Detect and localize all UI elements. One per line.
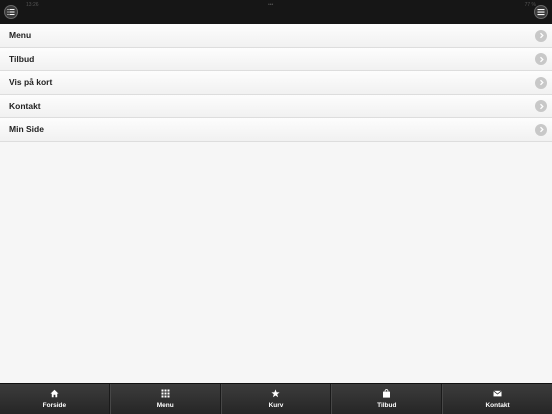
mail-icon	[493, 390, 502, 397]
status-center: •••	[268, 2, 274, 8]
tab-menu[interactable]: Menu	[109, 384, 221, 414]
chevron-right-icon	[535, 29, 547, 42]
tab-label: Kontakt	[485, 402, 510, 409]
tab-label: Menu	[156, 402, 174, 409]
menu-button[interactable]	[534, 5, 548, 19]
status-time: 13:26	[26, 2, 39, 8]
tab-label: Forside	[42, 402, 67, 409]
list-item-label: Vis på kort	[9, 77, 53, 88]
list-item-menu[interactable]: Menu	[0, 24, 552, 48]
list-icon	[7, 9, 15, 15]
list-item-label: Min Side	[9, 124, 44, 135]
menu-icon	[537, 9, 545, 16]
list-item-kontakt[interactable]: Kontakt	[0, 94, 552, 118]
list-item-min-side[interactable]: Min Side	[0, 118, 552, 142]
chevron-right-icon	[535, 53, 547, 65]
chevron-right-icon	[535, 100, 547, 112]
nav-list: Menu Tilbud Vis på kort Kontakt Min Side	[0, 24, 552, 142]
tab-forside[interactable]: Forside	[0, 384, 110, 414]
bottom-tab-bar: Forside Menu Kurv Tilbud Kontakt	[0, 383, 552, 414]
list-item-vis-paa-kort[interactable]: Vis på kort	[0, 71, 552, 95]
top-bar: 13:26 ••• 77 %	[0, 0, 552, 24]
tab-kontakt[interactable]: Kontakt	[442, 384, 552, 414]
grid-icon	[161, 389, 170, 398]
list-item-tilbud[interactable]: Tilbud	[0, 47, 552, 71]
tab-tilbud[interactable]: Tilbud	[331, 384, 443, 414]
app-page: 13:26 ••• 77 % Menu Tilbud Vis på kort K…	[0, 0, 552, 414]
list-button[interactable]	[4, 5, 18, 19]
bag-icon	[383, 389, 391, 398]
tab-label: Kurv	[268, 402, 284, 409]
tab-kurv[interactable]: Kurv	[220, 384, 332, 414]
list-item-label: Menu	[9, 30, 32, 41]
tab-label: Tilbud	[377, 402, 397, 409]
list-item-label: Tilbud	[9, 53, 35, 64]
home-icon	[50, 389, 59, 398]
chevron-right-icon	[535, 123, 547, 136]
chevron-right-icon	[535, 76, 547, 89]
list-item-label: Kontakt	[9, 100, 41, 111]
star-icon	[271, 389, 281, 398]
